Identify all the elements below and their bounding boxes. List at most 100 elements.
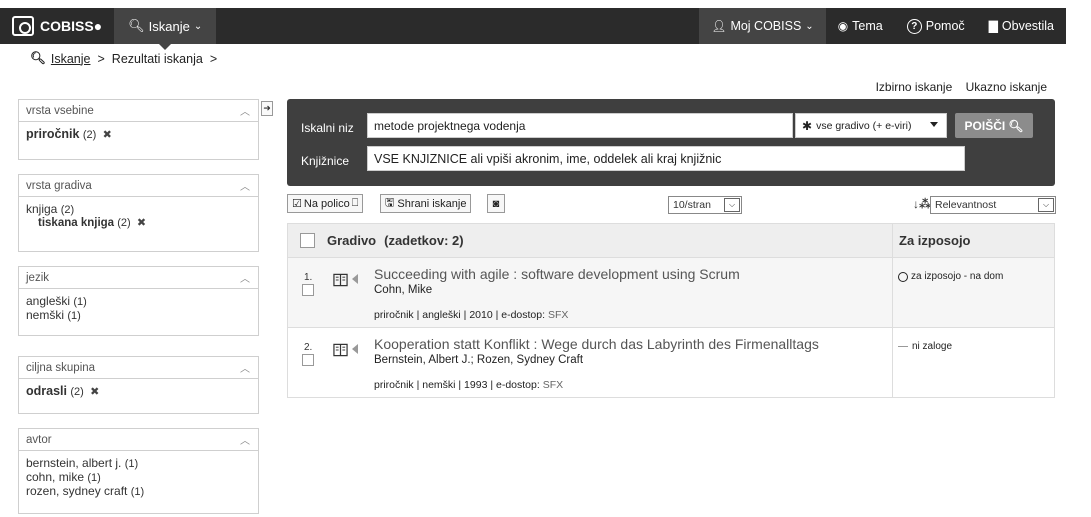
facet-item-label[interactable]: odrasli [26,384,67,398]
chevron-up-icon[interactable]: ︿ [240,360,250,375]
remove-filter-icon[interactable]: ✖ [137,217,146,229]
help-icon: ? [906,18,922,34]
chevron-down-icon: ⌄ [805,20,814,32]
query-input[interactable]: metode projektnega vodenja [367,113,793,138]
breadcrumb-results: Rezultati iskanja [111,51,203,66]
results-table: Gradivo (zadetkov: 2) Za izposojo 1. Suc… [287,223,1055,398]
facet-item[interactable]: angleški (1) [26,295,251,309]
selective-search-link[interactable]: Izbirno iskanje [876,80,953,94]
facet-item-label: tiskana knjiga [38,217,115,229]
facet-item-label: knjiga [26,202,58,216]
facet-item-count: (2) [82,129,97,141]
rss-button[interactable]: ◙ [487,194,505,213]
breadcrumb-search-link[interactable]: Iskanje [51,52,91,66]
chevron-up-icon[interactable]: ︿ [240,270,250,285]
save-icon: 🖫 [385,197,395,209]
availability-text: za izposojo - na dom [911,271,1004,282]
add-to-shelf-button[interactable]: ☑ Na polico ⎕ [287,194,364,213]
result-meta: priročnik | nemški | 1993 | e-dostop: SF… [374,379,563,391]
select-all-checkbox[interactable] [300,233,315,248]
help-link[interactable]: ? Pomoč [895,8,977,44]
expand-arrow-icon[interactable] [352,274,358,284]
result-meta: priročnik | angleški | 2010 | e-dostop: … [374,309,568,321]
libraries-input[interactable]: VSE KNJIZNICE ali vpiši akronim, ime, od… [367,146,965,171]
search-button-label: POIŠČI [964,118,1006,133]
sort-value: Relevantnost [935,199,997,211]
facet-title: jezik [26,271,50,284]
remove-filter-icon[interactable]: ✖ [90,386,99,398]
brand-name: COBISS [40,18,94,34]
sort-select[interactable]: Relevantnost ⌵ [930,196,1056,214]
facet-author: avtor ︿ bernstein, albert j. (1) cohn, m… [18,428,259,514]
facet-item[interactable]: bernstein, albert j. (1) [26,457,251,471]
search-panel: Iskalni niz metode projektnega vodenja ✱… [287,99,1055,186]
chevron-up-icon[interactable]: ︿ [240,178,250,193]
theme-link[interactable]: ◉ Tema [826,8,895,44]
facet-header[interactable]: jezik ︿ [19,267,258,289]
eye-icon: ◉ [837,19,849,33]
facet-language: jezik ︿ angleški (1) nemški (1) [18,266,259,336]
result-title[interactable]: Succeeding with agile : software develop… [374,266,740,282]
result-author: Bernstein, Albert J.; Rozen, Sydney Craf… [374,354,584,366]
material-select[interactable]: ✱ vse gradivo (+ e-viri) [795,113,947,138]
facet-item-label[interactable]: priročnik [26,127,80,141]
my-cobiss-menu[interactable]: 👤︎ Moj COBISS ⌄ [699,8,826,44]
chevron-down-icon: ⌵ [1038,198,1054,212]
sfx-link[interactable]: SFX [548,309,568,321]
breadcrumb-separator: > [97,51,105,66]
facet-header[interactable]: vrsta vsebine ︿ [19,100,258,122]
sfx-link[interactable]: SFX [543,379,563,391]
facet-title: ciljna skupina [26,361,96,374]
expand-sidebar-icon[interactable]: ➜ [261,101,273,116]
row-checkbox[interactable] [302,284,314,296]
facet-target-group: ciljna skupina ︿ odrasli (2) ✖ [18,356,259,414]
expand-arrow-icon[interactable] [352,344,358,354]
facet-header[interactable]: vrsta gradiva ︿ [19,175,258,197]
table-row: 1. Succeeding with agile : software deve… [287,258,1055,328]
facet-title: vrsta vsebine [26,104,94,117]
table-row: 2. Kooperation statt Konflikt : Wege dur… [287,328,1055,398]
facet-item[interactable]: rozen, sydney craft (1) [26,485,251,499]
facet-item[interactable]: cohn, mike (1) [26,471,251,485]
notices-label: Obvestila [1001,19,1054,33]
search-menu[interactable]: 🔍︎ Iskanje ⌄ [114,8,217,50]
brand-logo[interactable]: COBISS ● [0,8,114,44]
facet-header[interactable]: ciljna skupina ︿ [19,357,258,379]
facet-header[interactable]: avtor ︿ [19,429,258,451]
availability-text: ni zaloge [912,341,953,352]
asterisk-icon: ✱ [802,118,813,133]
row-checkbox[interactable] [302,354,314,366]
search-icon: 🔍︎ [128,18,145,33]
dash-icon [898,346,908,347]
facet-item-count: (1) [67,310,81,322]
result-author: Cohn, Mike [374,284,433,296]
facet-item-count: (2) [60,204,75,216]
result-title[interactable]: Kooperation statt Konflikt : Wege durch … [374,336,819,352]
row-number: 1. [304,272,313,283]
facet-subitem[interactable]: tiskana knjiga (2) ✖ [26,217,251,230]
availability-status: ni zaloge [898,341,952,352]
bookmark-icon: ⎕ [351,197,359,209]
facet-item-count: (1) [130,486,145,498]
facet-item-count: (2) [117,217,131,229]
header-availability: Za izposojo [892,224,971,257]
facet-material-type: vrsta gradiva ︿ knjiga (2) tiskana knjig… [18,174,259,252]
facet-item-label: nemški [26,308,65,322]
facet-item-count: (2) [70,386,84,398]
chevron-up-icon[interactable]: ︿ [240,103,250,118]
libraries-label: Knjižnice [301,154,350,168]
notices-link[interactable]: ▇ Obvestila [977,8,1066,44]
chevron-up-icon[interactable]: ︿ [240,432,250,447]
command-search-link[interactable]: Ukazno iskanje [966,80,1047,94]
search-button[interactable]: POIŠČI 🔍︎ [955,113,1033,138]
facet-item[interactable]: knjiga (2) [26,203,251,217]
facet-item-count: (1) [87,472,101,484]
results-header: Gradivo (zadetkov: 2) Za izposojo [287,223,1055,258]
remove-filter-icon[interactable]: ✖ [103,129,112,141]
facet-item[interactable]: nemški (1) [26,309,251,323]
per-page-select[interactable]: 10/stran ⌵ [668,196,742,214]
facet-item-label: rozen, sydney craft [26,484,128,498]
save-search-button[interactable]: 🖫 Shrani iskanje [380,194,472,213]
user-icon: 👤︎ [711,19,727,33]
facet-item-label: cohn, mike [26,470,85,484]
